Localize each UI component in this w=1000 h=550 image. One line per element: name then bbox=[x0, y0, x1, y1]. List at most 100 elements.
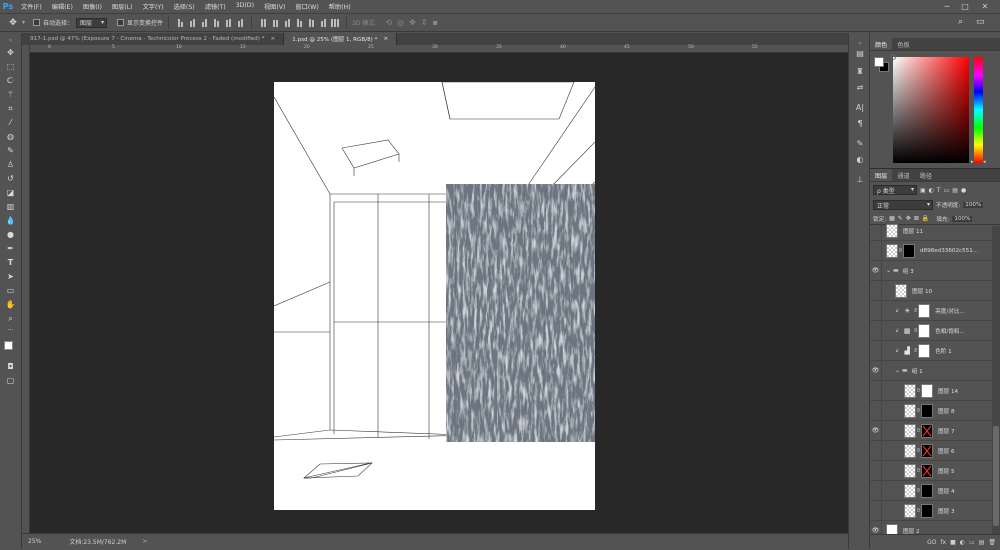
screen-mode-icon[interactable]: ▢ bbox=[4, 375, 17, 386]
auto-align-icon[interactable] bbox=[331, 18, 340, 27]
menu-item[interactable]: 图像(I) bbox=[78, 2, 107, 11]
filter-pixel-icon[interactable]: ▣ bbox=[920, 187, 926, 194]
new-group-icon[interactable]: ▭ bbox=[969, 539, 975, 546]
color-foreground-swatch[interactable] bbox=[874, 57, 884, 67]
hue-slider-handle-right[interactable]: ◂ bbox=[983, 159, 986, 165]
collapse-toolbar-icon[interactable]: » bbox=[4, 35, 17, 46]
clone-source-panel-icon[interactable]: ◐ bbox=[853, 153, 867, 165]
panel-tab[interactable]: 图层 bbox=[870, 169, 893, 181]
layer-mask-thumbnail[interactable] bbox=[921, 503, 933, 518]
link-layers-icon[interactable]: GO bbox=[927, 539, 936, 546]
layer-mask-thumbnail[interactable] bbox=[903, 243, 915, 258]
edit-toolbar-icon[interactable]: ··· bbox=[4, 325, 17, 336]
3d-rotate-icon[interactable]: ⟲ bbox=[385, 18, 392, 27]
distribute-right-icon[interactable] bbox=[319, 18, 327, 27]
zoom-tool-icon[interactable]: ⌕ bbox=[4, 313, 17, 324]
3d-scale-icon[interactable]: ▪ bbox=[433, 18, 438, 27]
align-right-icon[interactable] bbox=[236, 18, 244, 27]
filter-toggle-icon[interactable]: ● bbox=[961, 187, 966, 194]
group-expand-icon[interactable]: ⌄ bbox=[886, 267, 891, 274]
saturation-brightness-field[interactable] bbox=[893, 57, 969, 163]
visibility-eye-icon[interactable] bbox=[870, 240, 882, 261]
move-tool-icon[interactable]: ✥ bbox=[6, 16, 20, 30]
layer-filter-dropdown[interactable]: ρ 类型 bbox=[873, 185, 917, 195]
menu-item[interactable]: 文字(Y) bbox=[138, 2, 169, 11]
visibility-eye-icon[interactable] bbox=[870, 280, 882, 301]
layer-mask-thumbnail[interactable] bbox=[921, 383, 933, 398]
layer-mask-thumbnail[interactable] bbox=[918, 323, 931, 338]
align-hcenter-icon[interactable] bbox=[224, 18, 232, 27]
panel-tab[interactable]: 色板 bbox=[892, 38, 914, 50]
auto-select-checkbox[interactable] bbox=[33, 19, 41, 26]
hand-tool-icon[interactable]: ✋ bbox=[4, 299, 17, 310]
align-left-icon[interactable] bbox=[212, 18, 220, 27]
layer-row[interactable]: ↲ ☀ 8 亮度/对比... bbox=[870, 300, 992, 321]
visibility-eye-icon[interactable] bbox=[870, 440, 882, 461]
clone-stamp-tool-icon[interactable]: ♙ bbox=[4, 159, 17, 170]
properties-panel-icon[interactable]: ♜ bbox=[853, 65, 867, 77]
close-tab-icon[interactable]: × bbox=[271, 36, 276, 42]
close-tab-icon[interactable]: × bbox=[383, 36, 388, 42]
canvas-area[interactable] bbox=[30, 53, 848, 533]
layer-row[interactable]: 图层 10 bbox=[870, 280, 992, 301]
layer-mask-thumbnail[interactable] bbox=[918, 303, 931, 318]
show-transform-checkbox[interactable] bbox=[117, 19, 125, 26]
visibility-eye-icon[interactable] bbox=[870, 300, 882, 321]
visibility-eye-icon[interactable]: 👁 bbox=[870, 360, 882, 381]
quick-mask-icon[interactable]: ◘ bbox=[4, 361, 17, 372]
3d-pan-icon[interactable]: ✥ bbox=[409, 18, 416, 27]
menu-item[interactable]: 视图(V) bbox=[259, 2, 290, 11]
distribute-top-icon[interactable] bbox=[259, 18, 267, 27]
visibility-eye-icon[interactable] bbox=[870, 500, 882, 521]
tool-preset-chevron-icon[interactable]: ▾ bbox=[22, 19, 25, 26]
close-icon[interactable]: ✕ bbox=[978, 0, 992, 13]
visibility-eye-icon[interactable] bbox=[870, 400, 882, 421]
layer-mask-thumbnail[interactable] bbox=[921, 423, 933, 438]
layer-row[interactable]: 8 图层 14 bbox=[870, 380, 992, 401]
layer-mask-thumbnail[interactable] bbox=[921, 443, 933, 458]
dodge-tool-icon[interactable]: ● bbox=[4, 229, 17, 240]
hue-slider-handle[interactable]: ▸ bbox=[971, 159, 974, 165]
magic-wand-tool-icon[interactable]: ⚚ bbox=[4, 89, 17, 100]
character-panel-icon[interactable]: A| bbox=[853, 101, 867, 113]
add-mask-icon[interactable]: ■ bbox=[950, 539, 956, 546]
distribute-hcenter-icon[interactable] bbox=[307, 18, 315, 27]
visibility-eye-icon[interactable]: 👁 bbox=[870, 420, 882, 441]
adjustments-panel-icon[interactable]: ⇌ bbox=[853, 81, 867, 93]
zoom-level[interactable]: 25% bbox=[28, 538, 41, 545]
document-tab[interactable]: 1.psd @ 25% (图层 1, RGB/8) * × bbox=[284, 33, 398, 45]
gradient-tool-icon[interactable]: ▥ bbox=[4, 201, 17, 212]
group-expand-icon[interactable]: ⌄ bbox=[895, 367, 900, 374]
blend-mode-dropdown[interactable]: 正常 bbox=[873, 200, 933, 210]
crop-tool-icon[interactable]: ⌗ bbox=[4, 103, 17, 114]
history-panel-icon[interactable]: ▤ bbox=[853, 47, 867, 59]
visibility-eye-icon[interactable] bbox=[870, 220, 882, 241]
menu-item[interactable]: 帮助(H) bbox=[324, 2, 356, 11]
align-bottom-icon[interactable] bbox=[200, 18, 208, 27]
maximize-icon[interactable]: □ bbox=[958, 0, 972, 13]
rectangle-tool-icon[interactable]: ▭ bbox=[4, 285, 17, 296]
color-picker-cursor[interactable] bbox=[890, 54, 896, 60]
align-top-icon[interactable] bbox=[176, 18, 184, 27]
search-icon[interactable]: ⌕ bbox=[958, 17, 963, 27]
layer-row[interactable]: 8 图层 4 bbox=[870, 480, 992, 501]
layer-row[interactable]: 👁 ⌄ ▬ 组 3 bbox=[870, 260, 992, 281]
marquee-tool-icon[interactable]: ⬚ bbox=[4, 61, 17, 72]
foreground-color-swatch[interactable] bbox=[4, 341, 13, 350]
layer-mask-thumbnail[interactable] bbox=[921, 483, 933, 498]
visibility-eye-icon[interactable] bbox=[870, 340, 882, 361]
visibility-eye-icon[interactable] bbox=[870, 480, 882, 501]
layers-scrollbar[interactable] bbox=[992, 226, 1000, 536]
opacity-value[interactable]: 100% bbox=[963, 202, 984, 208]
lasso-tool-icon[interactable]: ᑢ bbox=[4, 75, 17, 86]
panel-tab[interactable]: 颜色 bbox=[870, 38, 893, 50]
layer-row[interactable]: 👁 8 图层 7 bbox=[870, 420, 992, 441]
layer-mask-thumbnail[interactable] bbox=[921, 403, 933, 418]
layer-mask-thumbnail[interactable] bbox=[918, 343, 931, 358]
layer-row[interactable]: ↲ ▦ 8 色相/饱和... bbox=[870, 320, 992, 341]
menu-item[interactable]: 文件(F) bbox=[16, 2, 47, 11]
healing-brush-tool-icon[interactable]: ◍ bbox=[4, 131, 17, 142]
filter-type-icon[interactable]: T bbox=[937, 187, 941, 194]
visibility-eye-icon[interactable] bbox=[870, 380, 882, 401]
layer-row[interactable]: 👁 ⌄ ▬ 组 1 bbox=[870, 360, 992, 381]
